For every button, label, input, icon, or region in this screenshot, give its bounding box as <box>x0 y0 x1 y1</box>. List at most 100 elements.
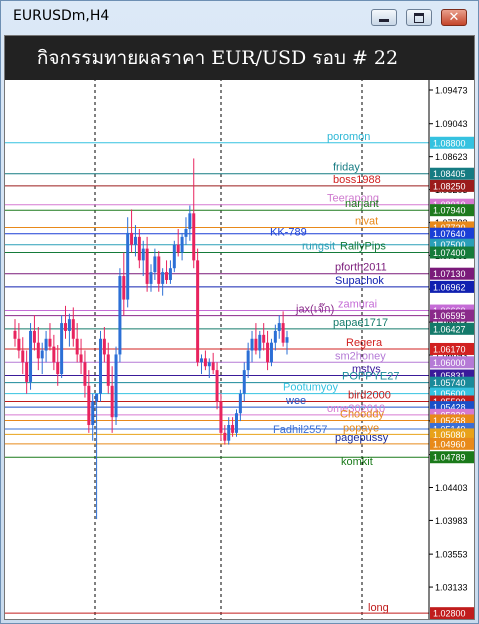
price-tag-label: 1.06427 <box>433 324 466 334</box>
price-tick-label: 1.09473 <box>435 86 468 96</box>
candle-body <box>79 354 83 363</box>
price-tag-label: 1.06962 <box>433 282 466 292</box>
price-tag-label: 1.06595 <box>433 311 466 321</box>
candle-body <box>269 342 273 363</box>
candle-body <box>106 354 110 386</box>
candle-body <box>246 350 250 371</box>
guess-name: Fadhil2557 <box>273 424 327 436</box>
guess-name: Pootumyoy <box>283 382 339 394</box>
guess-name: Supachok <box>335 275 384 287</box>
guess-name: pagepussy <box>335 432 389 444</box>
price-tick-label: 1.03983 <box>435 516 468 526</box>
candle-body <box>277 323 281 331</box>
candle-body <box>258 334 262 351</box>
guess-name: Regera <box>346 337 383 349</box>
window-titlebar[interactable]: EURUSDm,H4 ✕ <box>1 1 478 35</box>
close-icon: ✕ <box>448 10 460 25</box>
candle-body <box>192 213 196 261</box>
guess-name: RallyPips <box>340 241 386 253</box>
candle-body <box>215 370 219 402</box>
candle-body <box>262 334 266 343</box>
candle-body <box>196 260 200 363</box>
candle-body <box>176 244 180 253</box>
minimize-button[interactable] <box>371 9 397 26</box>
window-title: EURUSDm,H4 <box>13 8 110 24</box>
candle-body <box>231 425 235 433</box>
price-tag-label: 1.06170 <box>433 344 466 354</box>
guess-name: KK-789 <box>270 227 307 239</box>
candle-body <box>83 362 87 386</box>
candle-body <box>91 401 95 426</box>
candle-body <box>223 432 227 441</box>
guess-name: boss1988 <box>333 174 381 186</box>
candle-body <box>137 236 141 261</box>
candle-body <box>87 385 91 426</box>
candle-body <box>21 350 25 363</box>
banner-title: กิจกรรมทายผลราคา EUR/USD รอบ # 22 <box>36 47 399 69</box>
price-tick-label: 1.03553 <box>435 550 468 560</box>
candle-body <box>273 330 277 343</box>
guess-name: sm2honey <box>335 350 386 362</box>
candle-body <box>219 401 223 433</box>
close-button[interactable]: ✕ <box>441 9 467 26</box>
candle-body <box>180 236 184 253</box>
candle-body <box>29 330 33 382</box>
chart-area[interactable]: poromon friday boss1988 Teerapong narjant niv… <box>4 35 475 620</box>
candle-body <box>102 338 106 355</box>
candle-body <box>60 323 64 375</box>
guess-name: pforth2011 <box>335 262 387 274</box>
guess-name: long <box>368 602 389 614</box>
price-tag-label: 1.07640 <box>433 229 466 239</box>
candle-body <box>281 323 285 343</box>
candle-body <box>67 319 71 331</box>
candle-body <box>238 393 242 414</box>
price-tag-label: 1.07940 <box>433 206 466 216</box>
candle-body <box>44 338 48 351</box>
candle-body <box>130 232 134 245</box>
guess-name: Chooddy <box>340 408 385 420</box>
candle-body <box>149 272 153 284</box>
price-chart[interactable]: poromonfridayboss1988Teerapongnarjantniv… <box>5 36 474 619</box>
candle-body <box>242 370 246 394</box>
price-tag-label: 1.04789 <box>433 453 466 463</box>
maximize-icon <box>414 13 424 23</box>
price-tag-label: 1.05740 <box>433 378 466 388</box>
guess-name: rungsit <box>302 241 335 253</box>
candle-body <box>250 338 254 351</box>
candle-body <box>56 362 60 375</box>
candle-body <box>64 323 68 331</box>
candle-body <box>95 393 99 402</box>
candle-body <box>285 337 289 343</box>
price-tag-label: 1.08800 <box>433 138 466 148</box>
guess-name: friday <box>333 162 360 174</box>
price-tag-label: 1.07400 <box>433 248 466 258</box>
candle-body <box>52 346 56 363</box>
candle-body <box>36 342 40 359</box>
maximize-button[interactable] <box>406 9 432 26</box>
mt4-chart-window: EURUSDm,H4 ✕ poromon friday boss1988 Teerap… <box>0 0 479 624</box>
candle-body <box>133 236 137 245</box>
candle-body <box>211 362 215 371</box>
candle-body <box>98 338 102 394</box>
price-tick-label: 1.03133 <box>435 583 468 593</box>
guess-name: bird2000 <box>348 389 391 401</box>
price-tag-label: 1.04960 <box>433 439 466 449</box>
guess-name: wee <box>285 395 306 407</box>
candle-body <box>141 248 145 261</box>
price-tag-label: 1.08405 <box>433 169 466 179</box>
candle-body <box>75 338 79 355</box>
candle-body <box>17 338 21 351</box>
candle-body <box>32 330 36 343</box>
candle-body <box>165 272 169 280</box>
guess-name: nivat <box>355 215 378 227</box>
candle-body <box>110 385 114 418</box>
price-tick-label: 1.04403 <box>435 483 468 493</box>
price-tag-label: 1.06000 <box>433 358 466 368</box>
candle-body <box>48 338 52 347</box>
candle-body <box>207 362 211 367</box>
candle-body <box>13 330 17 339</box>
candle-body <box>145 248 149 284</box>
candle-body <box>184 229 188 237</box>
guess-name: POPPYE27 <box>342 371 399 383</box>
candle-body <box>114 354 118 418</box>
